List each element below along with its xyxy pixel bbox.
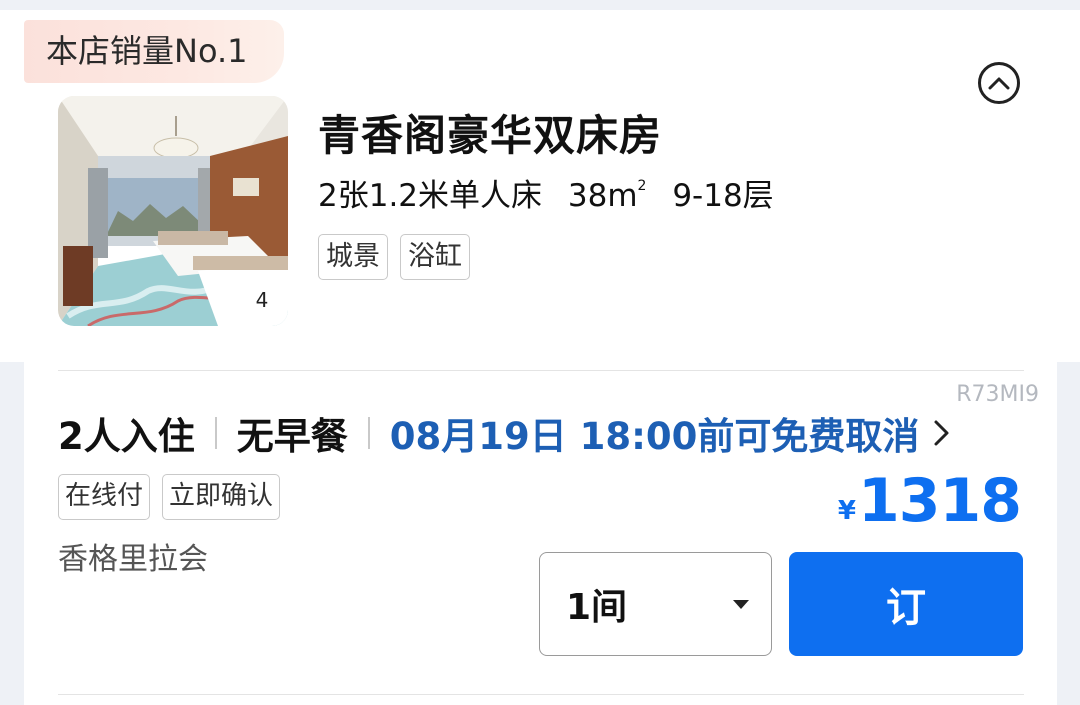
area-unit-sup: 2: [637, 178, 647, 194]
rate-plan-card[interactable]: R73MI9 2人入住 无早餐 08月19日 18:00前可免费取消 在线付 立…: [24, 362, 1057, 705]
separator: [367, 417, 370, 449]
room-tags: 城景 浴缸: [318, 234, 470, 280]
bed-info: 2张1.2米单人床: [318, 178, 543, 214]
rate-badges: 在线付 立即确认: [58, 474, 281, 520]
book-button[interactable]: 订: [789, 552, 1023, 656]
room-tag: 浴缸: [400, 234, 470, 280]
chevron-right-icon[interactable]: [933, 418, 951, 448]
separator: [214, 417, 217, 449]
sales-rank-badge: 本店销量No.1: [24, 20, 284, 83]
room-area: 38m2: [568, 178, 647, 214]
room-card[interactable]: 本店销量No.1 4 青香阁豪华双床房 2张1.2米单人床 38m2 9-18层…: [0, 10, 1080, 362]
floor-info: 9-18层: [672, 178, 774, 214]
price-amount: 1318: [858, 466, 1022, 536]
room-area-value: 38m: [567, 178, 638, 214]
divider: [58, 694, 1024, 695]
room-specs: 2张1.2米单人床 38m2 9-18层: [318, 170, 790, 215]
caret-down-icon: [733, 599, 749, 609]
room-name: 青香阁豪华双床房: [318, 111, 663, 160]
room-tag: 城景: [318, 234, 388, 280]
room-count-value: 1间: [566, 587, 628, 628]
occupancy-text: 2人入住: [58, 415, 195, 458]
hotel-room-listing: 本店销量No.1 4 青香阁豪华双床房 2张1.2米单人床 38m2 9-18层…: [0, 0, 1080, 705]
divider: [58, 370, 1024, 371]
chevron-up-circle-icon[interactable]: [978, 62, 1020, 104]
cancel-policy-link[interactable]: 08月19日 18:00前可免费取消: [390, 406, 920, 460]
rate-code: R73MI9: [956, 382, 1039, 407]
photo-count-badge: 4: [244, 282, 280, 318]
policy-row[interactable]: 2人入住 无早餐 08月19日 18:00前可免费取消: [58, 408, 951, 458]
room-count-select[interactable]: 1间: [539, 552, 772, 656]
price: ¥1318: [837, 466, 1022, 536]
rate-badge: 立即确认: [162, 474, 281, 520]
rate-badge: 在线付: [58, 474, 151, 520]
room-photo[interactable]: 4: [58, 96, 288, 326]
loyalty-brand: 香格里拉会: [58, 542, 208, 577]
currency-symbol: ¥: [837, 496, 856, 526]
meal-text: 无早餐: [236, 415, 348, 458]
